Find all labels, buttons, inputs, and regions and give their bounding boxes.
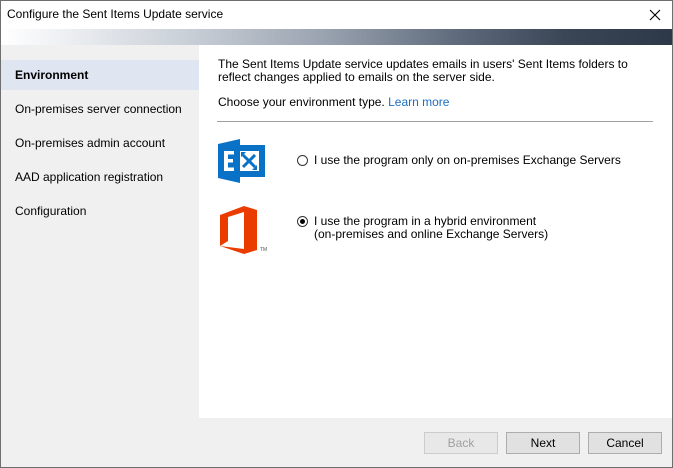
cancel-button[interactable]: Cancel bbox=[588, 432, 662, 454]
dialog-window: Configure the Sent Items Update service … bbox=[0, 0, 673, 468]
sidebar-item-configuration[interactable]: Configuration bbox=[1, 196, 199, 226]
sidebar: Environment On-premises server connectio… bbox=[1, 45, 199, 418]
learn-more-link[interactable]: Learn more bbox=[388, 95, 449, 109]
office-icon: TM bbox=[220, 206, 267, 254]
radio-button[interactable] bbox=[297, 155, 308, 166]
title-bar: Configure the Sent Items Update service bbox=[1, 1, 672, 29]
window-title: Configure the Sent Items Update service bbox=[7, 7, 224, 21]
footer-bar: Back Next Cancel bbox=[1, 418, 672, 467]
environment-prompt: Choose your environment type. bbox=[218, 95, 385, 109]
back-button[interactable]: Back bbox=[424, 432, 498, 454]
sidebar-item-label: Environment bbox=[15, 68, 89, 82]
sidebar-item-label: On-premises admin account bbox=[15, 136, 166, 150]
sidebar-item-on-premises-server-connection[interactable]: On-premises server connection bbox=[1, 94, 199, 124]
close-button[interactable] bbox=[638, 1, 672, 29]
radio-hybrid-environment[interactable]: I use the program in a hybrid environmen… bbox=[297, 215, 548, 241]
divider bbox=[217, 121, 653, 122]
main-content: The Sent Items Update service updates em… bbox=[199, 45, 672, 418]
radio-button-checked[interactable] bbox=[297, 216, 308, 227]
radio-on-premises-only[interactable]: I use the program only on on-premises Ex… bbox=[297, 154, 621, 167]
service-description: The Sent Items Update service updates em… bbox=[218, 57, 628, 84]
close-icon bbox=[649, 9, 661, 21]
sidebar-item-label: Configuration bbox=[15, 204, 87, 218]
radio-label-line1: I use the program in a hybrid environmen… bbox=[314, 214, 537, 228]
sidebar-item-environment[interactable]: Environment bbox=[1, 60, 199, 90]
radio-label: I use the program only on on-premises Ex… bbox=[314, 154, 621, 167]
office-trademark: TM bbox=[260, 247, 267, 253]
header-banner bbox=[1, 29, 672, 45]
sidebar-item-label: On-premises server connection bbox=[15, 102, 182, 116]
sidebar-item-aad-application-registration[interactable]: AAD application registration bbox=[1, 162, 199, 192]
radio-label-line1: I use the program only on on-premises Ex… bbox=[314, 153, 621, 167]
radio-label: I use the program in a hybrid environmen… bbox=[314, 215, 548, 241]
sidebar-item-label: AAD application registration bbox=[15, 170, 164, 184]
sidebar-item-on-premises-admin-account[interactable]: On-premises admin account bbox=[1, 128, 199, 158]
radio-label-line2: (on-premises and online Exchange Servers… bbox=[314, 227, 549, 241]
environment-prompt-line: Choose your environment type. Learn more bbox=[218, 95, 449, 109]
next-button[interactable]: Next bbox=[506, 432, 580, 454]
exchange-icon bbox=[218, 139, 265, 183]
